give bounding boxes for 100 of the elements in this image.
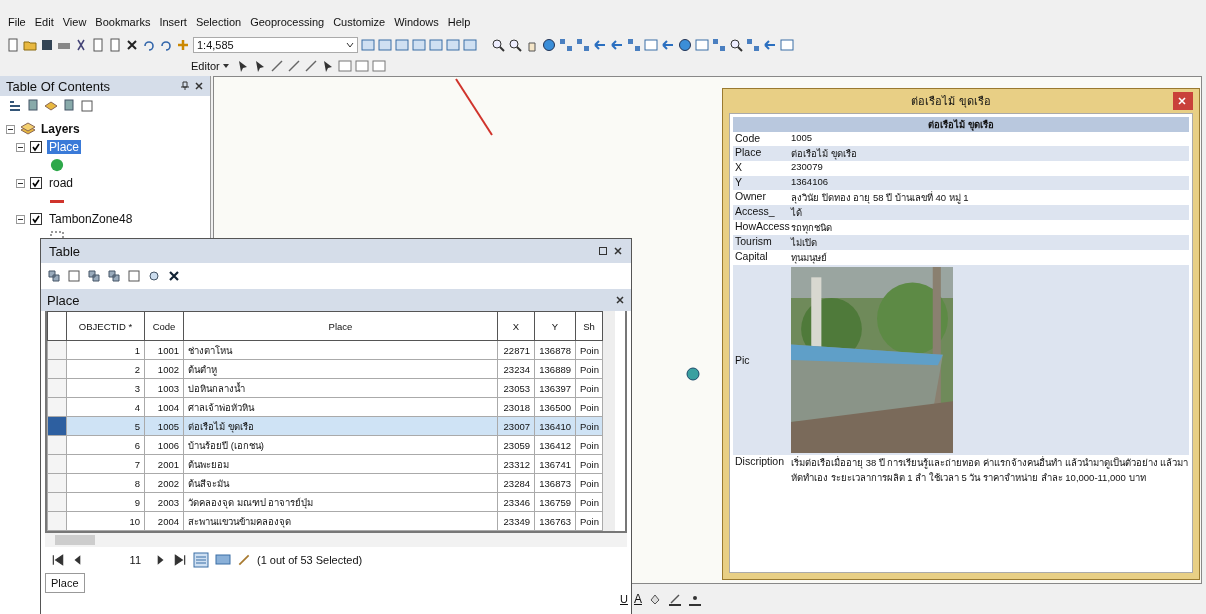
scale-field[interactable]: 1:4,585 <box>193 37 358 53</box>
zoom-in-icon[interactable] <box>491 38 505 52</box>
menu-item[interactable]: Help <box>447 16 471 28</box>
window-icon[interactable] <box>412 38 426 52</box>
field-value: ไม่เปิด <box>791 236 818 250</box>
column-header[interactable]: Sh <box>575 311 603 341</box>
field-name: Discription <box>734 455 785 467</box>
field-name: Tourism <box>734 235 773 247</box>
scrollbar[interactable] <box>45 533 627 547</box>
last-record-icon[interactable] <box>173 553 187 567</box>
menu-item[interactable]: Customize <box>333 16 386 28</box>
table-cell: 136759 <box>534 492 576 512</box>
checkbox[interactable] <box>30 141 42 153</box>
panel-title: Table Of Contents <box>6 78 112 94</box>
layer-name[interactable]: road <box>47 176 76 190</box>
close-icon[interactable] <box>615 295 625 305</box>
redo-icon[interactable] <box>159 38 173 52</box>
checkbox[interactable] <box>30 213 42 225</box>
table-cell: 4 <box>66 397 145 417</box>
close-button[interactable] <box>1173 92 1193 110</box>
record-field[interactable]: 11 <box>91 554 147 566</box>
menu-item[interactable]: View <box>62 16 87 28</box>
collapse-icon[interactable] <box>16 178 25 188</box>
column-header[interactable]: Y <box>534 311 576 341</box>
table-cell: 1003 <box>144 378 184 398</box>
table-cell: 10 <box>66 511 145 531</box>
popup-header: ต่อเรือไม้ ขุดเรือ <box>928 118 994 132</box>
first-record-icon[interactable] <box>51 553 65 567</box>
menu-item[interactable]: Bookmarks <box>95 16 151 28</box>
tree-item[interactable]: Layers <box>41 122 80 136</box>
pin-icon[interactable] <box>180 81 190 91</box>
table-cell: Poin <box>575 359 603 379</box>
field-name: Pic <box>734 354 751 366</box>
menu-item[interactable]: Geoprocessing <box>250 16 325 28</box>
table-cell: 23018 <box>497 397 535 417</box>
window-icon[interactable] <box>446 38 460 52</box>
layers-icon[interactable] <box>44 99 58 113</box>
zoom-out-icon[interactable] <box>508 38 522 52</box>
column-header[interactable]: Code <box>144 311 184 341</box>
line-icon[interactable] <box>269 59 284 73</box>
editor-menu[interactable]: Editor <box>188 60 233 72</box>
menu-item[interactable]: Insert <box>159 16 187 28</box>
field-name: Y <box>734 175 743 188</box>
field-name: Place <box>734 146 763 158</box>
collapse-icon[interactable] <box>16 142 25 152</box>
table-cell: Poin <box>575 511 603 531</box>
caret-icon[interactable] <box>346 41 354 49</box>
collapse-icon[interactable] <box>6 124 15 134</box>
table-cell: 7 <box>66 454 145 474</box>
delete-icon[interactable] <box>125 38 139 52</box>
field-value: ต่อเรือไม้ ขุดเรือ <box>791 147 858 161</box>
window-icon[interactable] <box>395 38 409 52</box>
window-icon[interactable] <box>429 38 443 52</box>
table-cell: 22871 <box>497 340 535 360</box>
close-icon[interactable] <box>613 246 623 256</box>
table-cell: 1 <box>66 340 145 360</box>
underline-button[interactable]: U <box>620 593 628 605</box>
table-cell: 3 <box>66 378 145 398</box>
cut-icon[interactable] <box>74 38 88 52</box>
table-cell: ต้นตำหู <box>183 359 498 379</box>
place-point[interactable] <box>686 367 700 381</box>
undo-icon[interactable] <box>142 38 156 52</box>
table-cell: 2004 <box>144 511 184 531</box>
column-header[interactable]: X <box>497 311 535 341</box>
table-cell: Poin <box>575 435 603 455</box>
new-file-icon[interactable] <box>6 38 20 52</box>
checkbox[interactable] <box>30 177 42 189</box>
globe-icon[interactable] <box>542 38 556 52</box>
field-name: Capital <box>734 250 769 262</box>
column-header[interactable]: OBJECTID * <box>66 311 145 341</box>
menu-item[interactable]: File <box>8 16 26 28</box>
field-value: 230079 <box>791 161 824 172</box>
layer-name[interactable]: Place <box>47 140 82 154</box>
maximize-icon[interactable] <box>598 246 608 256</box>
table-cell: Poin <box>575 397 603 417</box>
back-icon[interactable] <box>593 38 607 52</box>
caret-icon[interactable] <box>221 62 230 70</box>
delete-icon[interactable] <box>167 269 181 283</box>
menu-item[interactable]: Windows <box>394 16 439 28</box>
table-cell: 23346 <box>497 492 535 512</box>
window-icon[interactable] <box>780 38 794 52</box>
table-tab[interactable]: Place <box>45 573 85 593</box>
table-cell: 136741 <box>534 454 576 474</box>
table-cell: 136397 <box>534 378 576 398</box>
table-cell: 136873 <box>534 473 576 493</box>
table-cell: 23059 <box>497 435 535 455</box>
column-header[interactable]: Place <box>183 311 498 341</box>
font-color-button[interactable]: A <box>633 592 642 606</box>
scrollbar[interactable] <box>603 311 615 531</box>
field-value: ทุนมนุษย์ <box>791 251 828 265</box>
list-icon[interactable] <box>8 99 22 113</box>
window-icon[interactable] <box>378 38 392 52</box>
field-value: รถทุกชนิด <box>791 221 833 235</box>
table-cell: ต้นสีจะมัน <box>183 473 498 493</box>
layer-name[interactable]: TambonZone48 <box>47 212 135 226</box>
close-icon[interactable] <box>194 81 204 91</box>
menu-item[interactable]: Edit <box>34 16 54 28</box>
layers-icon <box>20 122 36 136</box>
collapse-icon[interactable] <box>16 214 25 224</box>
menu-item[interactable]: Selection <box>195 16 242 28</box>
